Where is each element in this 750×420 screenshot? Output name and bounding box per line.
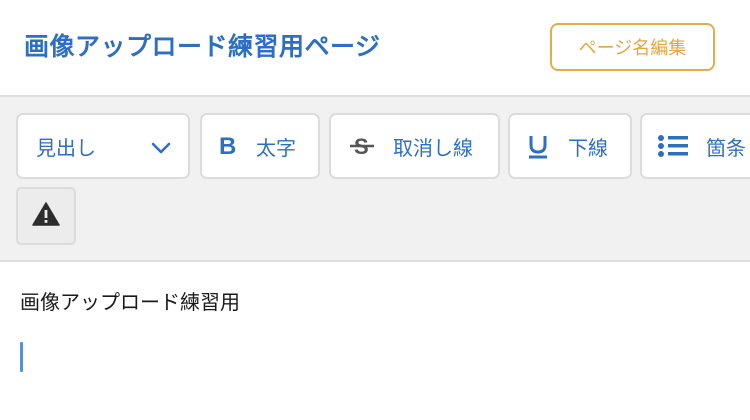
editor-area[interactable]: 画像アップロード練習用 — [0, 262, 750, 420]
heading-select[interactable]: 見出し — [16, 113, 190, 179]
strikethrough-label: 取消し線 — [393, 135, 473, 160]
bullet-list-button[interactable]: 箇条 — [640, 113, 750, 179]
warning-icon — [32, 201, 60, 231]
chevron-down-icon — [150, 137, 172, 159]
underline-button[interactable]: 下線 — [508, 113, 632, 179]
text-cursor — [20, 342, 23, 372]
bullet-list-icon — [658, 134, 688, 158]
bullet-list-label: 箇条 — [706, 135, 746, 160]
strikethrough-button[interactable]: S 取消し線 — [329, 113, 500, 179]
strikethrough-icon: S — [349, 133, 375, 159]
warning-button[interactable] — [16, 187, 76, 245]
page-header: 画像アップロード練習用ページ ページ名編集 — [0, 0, 750, 95]
bold-icon: B — [218, 134, 238, 158]
editor-text-line: 画像アップロード練習用 — [20, 290, 240, 314]
bold-label: 太字 — [256, 135, 296, 160]
heading-select-label: 見出し — [36, 135, 96, 160]
edit-page-name-button[interactable]: ページ名編集 — [550, 23, 715, 71]
underline-label: 下線 — [568, 135, 608, 160]
page-title: 画像アップロード練習用ページ — [24, 32, 381, 61]
svg-text:B: B — [219, 134, 236, 158]
underline-icon — [526, 133, 550, 159]
editor-toolbar: 見出し B 太字 S 取消し線 下線 箇条 — [0, 95, 750, 262]
bold-button[interactable]: B 太字 — [200, 113, 320, 179]
